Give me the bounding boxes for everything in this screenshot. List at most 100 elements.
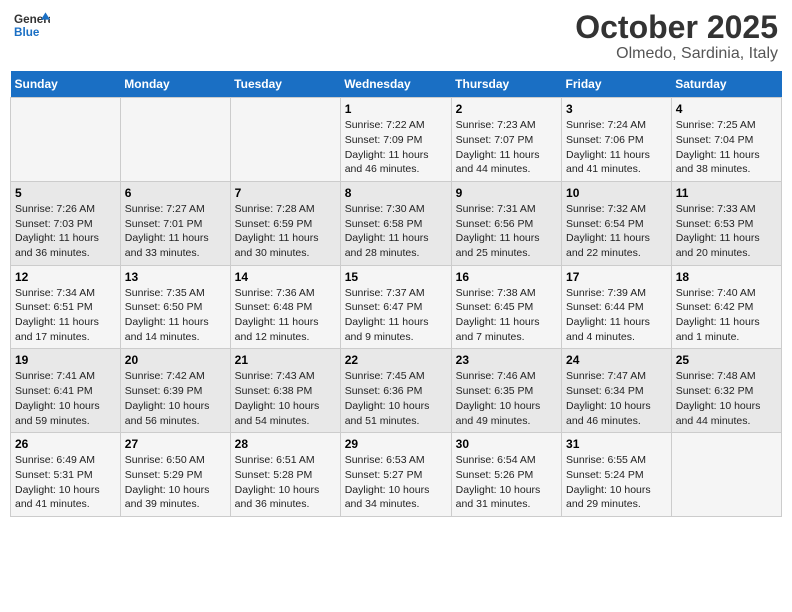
day-number: 30: [456, 437, 557, 451]
day-info: Sunrise: 7:22 AM Sunset: 7:09 PM Dayligh…: [345, 119, 429, 175]
calendar-cell: 11 Sunrise: 7:33 AM Sunset: 6:53 PM Dayli…: [671, 181, 781, 265]
day-info: Sunrise: 7:40 AM Sunset: 6:42 PM Dayligh…: [676, 287, 760, 343]
day-info: Sunrise: 6:49 AM Sunset: 5:31 PM Dayligh…: [15, 454, 100, 510]
day-number: 2: [456, 102, 557, 116]
day-info: Sunrise: 7:43 AM Sunset: 6:38 PM Dayligh…: [235, 370, 320, 426]
day-info: Sunrise: 7:23 AM Sunset: 7:07 PM Dayligh…: [456, 119, 540, 175]
day-info: Sunrise: 7:24 AM Sunset: 7:06 PM Dayligh…: [566, 119, 650, 175]
day-info: Sunrise: 7:42 AM Sunset: 6:39 PM Dayligh…: [125, 370, 210, 426]
calendar-cell: 6 Sunrise: 7:27 AM Sunset: 7:01 PM Daylig…: [120, 181, 230, 265]
calendar-week-row: 12 Sunrise: 7:34 AM Sunset: 6:51 PM Dayli…: [11, 265, 782, 349]
day-number: 28: [235, 437, 336, 451]
day-number: 1: [345, 102, 447, 116]
day-number: 25: [676, 353, 777, 367]
calendar-cell: 31 Sunrise: 6:55 AM Sunset: 5:24 PM Dayli…: [562, 433, 672, 517]
day-info: Sunrise: 7:37 AM Sunset: 6:47 PM Dayligh…: [345, 287, 429, 343]
logo-icon: General Blue: [14, 10, 50, 40]
day-number: 24: [566, 353, 667, 367]
calendar-cell: 28 Sunrise: 6:51 AM Sunset: 5:28 PM Dayli…: [230, 433, 340, 517]
calendar-cell: 2 Sunrise: 7:23 AM Sunset: 7:07 PM Daylig…: [451, 98, 561, 182]
title-section: October 2025 Olmedo, Sardinia, Italy: [575, 10, 778, 63]
day-number: 13: [125, 270, 226, 284]
day-info: Sunrise: 6:51 AM Sunset: 5:28 PM Dayligh…: [235, 454, 320, 510]
calendar-cell: 17 Sunrise: 7:39 AM Sunset: 6:44 PM Dayli…: [562, 265, 672, 349]
logo: General Blue: [14, 10, 52, 40]
calendar-cell: 19 Sunrise: 7:41 AM Sunset: 6:41 PM Dayli…: [11, 349, 121, 433]
day-info: Sunrise: 7:41 AM Sunset: 6:41 PM Dayligh…: [15, 370, 100, 426]
svg-text:Blue: Blue: [14, 26, 40, 39]
weekday-header-cell: Monday: [120, 71, 230, 98]
weekday-header-cell: Tuesday: [230, 71, 340, 98]
day-info: Sunrise: 7:33 AM Sunset: 6:53 PM Dayligh…: [676, 203, 760, 259]
calendar-cell: 26 Sunrise: 6:49 AM Sunset: 5:31 PM Dayli…: [11, 433, 121, 517]
calendar-cell: 5Sunrise: 7:26 AM Sunset: 7:03 PM Daylig…: [11, 181, 121, 265]
calendar-cell: 21Sunrise: 7:43 AM Sunset: 6:38 PM Dayli…: [230, 349, 340, 433]
day-number: 17: [566, 270, 667, 284]
calendar-week-row: 26 Sunrise: 6:49 AM Sunset: 5:31 PM Dayli…: [11, 433, 782, 517]
day-number: 26: [15, 437, 116, 451]
day-number: 15: [345, 270, 447, 284]
day-number: 11: [676, 186, 777, 200]
day-number: 12: [15, 270, 116, 284]
day-info: Sunrise: 7:25 AM Sunset: 7:04 PM Dayligh…: [676, 119, 760, 175]
day-info: Sunrise: 7:28 AM Sunset: 6:59 PM Dayligh…: [235, 203, 319, 259]
calendar-cell: 18 Sunrise: 7:40 AM Sunset: 6:42 PM Dayli…: [671, 265, 781, 349]
day-number: 9: [456, 186, 557, 200]
day-number: 23: [456, 353, 557, 367]
day-number: 7: [235, 186, 336, 200]
weekday-header-row: SundayMondayTuesdayWednesdayThursdayFrid…: [11, 71, 782, 98]
calendar-cell: 20 Sunrise: 7:42 AM Sunset: 6:39 PM Dayli…: [120, 349, 230, 433]
weekday-header-cell: Wednesday: [340, 71, 451, 98]
calendar-cell: [230, 98, 340, 182]
weekday-header-cell: Thursday: [451, 71, 561, 98]
day-info: Sunrise: 7:32 AM Sunset: 6:54 PM Dayligh…: [566, 203, 650, 259]
day-number: 16: [456, 270, 557, 284]
day-number: 4: [676, 102, 777, 116]
day-info: Sunrise: 6:53 AM Sunset: 5:27 PM Dayligh…: [345, 454, 430, 510]
day-number: 14: [235, 270, 336, 284]
calendar-cell: 8Sunrise: 7:30 AM Sunset: 6:58 PM Daylig…: [340, 181, 451, 265]
calendar-cell: 1 Sunrise: 7:22 AM Sunset: 7:09 PM Daylig…: [340, 98, 451, 182]
calendar-cell: 27 Sunrise: 6:50 AM Sunset: 5:29 PM Dayli…: [120, 433, 230, 517]
day-number: 27: [125, 437, 226, 451]
day-info: Sunrise: 7:34 AM Sunset: 6:51 PM Dayligh…: [15, 287, 99, 343]
day-info: Sunrise: 7:47 AM Sunset: 6:34 PM Dayligh…: [566, 370, 651, 426]
day-number: 20: [125, 353, 226, 367]
calendar-cell: 15 Sunrise: 7:37 AM Sunset: 6:47 PM Dayli…: [340, 265, 451, 349]
month-title: October 2025: [575, 10, 778, 45]
day-info: Sunrise: 7:39 AM Sunset: 6:44 PM Dayligh…: [566, 287, 650, 343]
day-info: Sunrise: 7:31 AM Sunset: 6:56 PM Dayligh…: [456, 203, 540, 259]
calendar-cell: 24 Sunrise: 7:47 AM Sunset: 6:34 PM Dayli…: [562, 349, 672, 433]
day-info: Sunrise: 7:27 AM Sunset: 7:01 PM Dayligh…: [125, 203, 209, 259]
day-number: 18: [676, 270, 777, 284]
calendar-cell: 25 Sunrise: 7:48 AM Sunset: 6:32 PM Dayli…: [671, 349, 781, 433]
day-number: 31: [566, 437, 667, 451]
day-info: Sunrise: 6:54 AM Sunset: 5:26 PM Dayligh…: [456, 454, 541, 510]
calendar-cell: 23 Sunrise: 7:46 AM Sunset: 6:35 PM Dayli…: [451, 349, 561, 433]
calendar-cell: [11, 98, 121, 182]
weekday-header-cell: Friday: [562, 71, 672, 98]
calendar-cell: [671, 433, 781, 517]
day-number: 3: [566, 102, 667, 116]
calendar-cell: 14 Sunrise: 7:36 AM Sunset: 6:48 PM Dayli…: [230, 265, 340, 349]
day-info: Sunrise: 6:55 AM Sunset: 5:24 PM Dayligh…: [566, 454, 651, 510]
calendar-cell: 16 Sunrise: 7:38 AM Sunset: 6:45 PM Dayli…: [451, 265, 561, 349]
calendar-cell: 12 Sunrise: 7:34 AM Sunset: 6:51 PM Dayli…: [11, 265, 121, 349]
calendar-week-row: 19 Sunrise: 7:41 AM Sunset: 6:41 PM Dayli…: [11, 349, 782, 433]
calendar-cell: [120, 98, 230, 182]
calendar-week-row: 1 Sunrise: 7:22 AM Sunset: 7:09 PM Daylig…: [11, 98, 782, 182]
day-info: Sunrise: 6:50 AM Sunset: 5:29 PM Dayligh…: [125, 454, 210, 510]
day-info: Sunrise: 7:38 AM Sunset: 6:45 PM Dayligh…: [456, 287, 540, 343]
calendar-cell: 22Sunrise: 7:45 AM Sunset: 6:36 PM Dayli…: [340, 349, 451, 433]
weekday-header-cell: Saturday: [671, 71, 781, 98]
calendar-cell: 13 Sunrise: 7:35 AM Sunset: 6:50 PM Dayli…: [120, 265, 230, 349]
day-number: 19: [15, 353, 116, 367]
day-number: 8: [345, 186, 447, 200]
weekday-header-cell: Sunday: [11, 71, 121, 98]
day-info: Sunrise: 7:46 AM Sunset: 6:35 PM Dayligh…: [456, 370, 541, 426]
day-number: 6: [125, 186, 226, 200]
day-info: Sunrise: 7:36 AM Sunset: 6:48 PM Dayligh…: [235, 287, 319, 343]
day-info: Sunrise: 7:35 AM Sunset: 6:50 PM Dayligh…: [125, 287, 209, 343]
day-number: 5: [15, 186, 116, 200]
day-info: Sunrise: 7:48 AM Sunset: 6:32 PM Dayligh…: [676, 370, 761, 426]
